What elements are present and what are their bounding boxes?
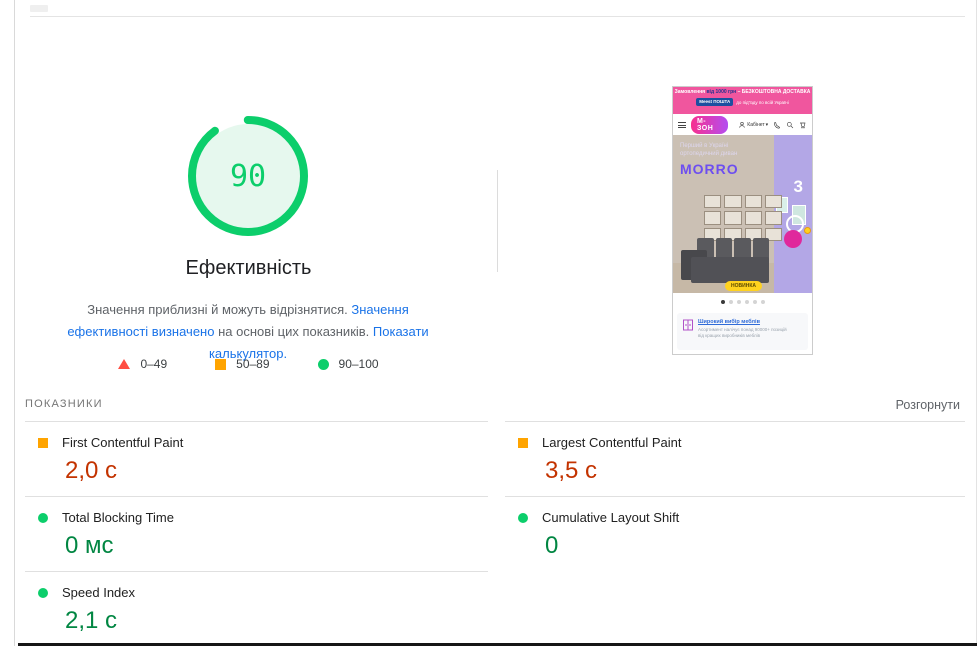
metrics-column-right: Largest Contentful Paint 3,5 с Cumulativ… [505, 421, 965, 571]
account-menu: Кабінет ▾ [738, 121, 768, 129]
metric-value: 2,0 с [65, 456, 488, 486]
circle-icon [38, 513, 48, 523]
performance-score-value: 90 [188, 116, 308, 236]
metric-value: 3,5 с [545, 456, 965, 486]
metric-cumulative-layout-shift: Cumulative Layout Shift 0 [505, 496, 965, 571]
metric-label: Cumulative Layout Shift [542, 510, 679, 525]
carousel-dots [673, 293, 812, 311]
hero-product-title: MORRO [680, 161, 739, 177]
triangle-icon [118, 359, 130, 369]
score-description-text-2: на основі цих показників. [214, 324, 372, 339]
circle-icon [518, 513, 528, 523]
phone-icon [773, 121, 781, 129]
expand-metrics-toggle[interactable]: Розгорнути [896, 398, 960, 412]
sofa-seat [691, 257, 769, 283]
metric-value: 0 [545, 531, 965, 561]
thumb-info-link[interactable]: Широкий вибір меблів [698, 319, 793, 325]
metric-label: Largest Contentful Paint [542, 435, 681, 450]
hero-tagline: Перший в Україні ортопедичний диван [680, 142, 737, 158]
metric-value: 0 мс [65, 531, 488, 561]
metric-largest-contentful-paint: Largest Contentful Paint 3,5 с [505, 421, 965, 496]
site-logo: М-ЗОН [691, 116, 728, 134]
thumb-hero-section: 3 Перший в Україні ортопедичний диван MO… [673, 135, 812, 293]
top-left-artifact [30, 5, 48, 12]
person-icon [738, 121, 746, 129]
magenta-circle-icon [784, 230, 802, 248]
banner-text-pre: Замовлення [675, 89, 707, 95]
search-icon [786, 121, 794, 129]
banner-text-highlight: від 1000 грн [706, 89, 736, 95]
thumb-info-description: Асортимент налічує понад 90000+ позицій … [698, 327, 793, 339]
report-left-border [14, 0, 15, 646]
carousel-dot[interactable] [745, 300, 749, 304]
metric-label: Total Blocking Time [62, 510, 174, 525]
legend-range-label: 50–89 [236, 357, 269, 371]
carousel-dot[interactable] [729, 300, 733, 304]
score-description: Значення приблизні й можуть відрізнятися… [48, 299, 448, 365]
hamburger-icon [678, 122, 686, 128]
metric-total-blocking-time: Total Blocking Time 0 мс [25, 496, 488, 571]
new-badge: НОВИНКА [725, 281, 762, 291]
legend-range-label: 0–49 [140, 357, 167, 371]
thumb-info-card: Широкий вибір меблів Асортимент налічує … [677, 313, 808, 350]
yellow-dot-icon [804, 227, 811, 234]
legend-item-pass: 90–100 [318, 357, 379, 371]
top-divider [30, 16, 965, 17]
metric-value: 2,1 с [65, 606, 488, 636]
banner-text-line2: до під'їзду по всій Україні [736, 100, 789, 105]
meest-logo: Meest ПОШТА [696, 98, 733, 106]
legend-item-fail: 0–49 [118, 357, 167, 371]
square-icon [215, 359, 226, 370]
performance-score-gauge[interactable]: 90 [188, 116, 308, 236]
thumb-promo-banner: Замовлення від 1000 грн – БЕЗКОШТОВНА ДО… [673, 87, 812, 114]
report-right-border [976, 0, 977, 646]
metrics-column-left: First Contentful Paint 2,0 с Total Block… [25, 421, 488, 646]
legend-item-average: 50–89 [215, 357, 269, 371]
site-screenshot-thumbnail[interactable]: Замовлення від 1000 грн – БЕЗКОШТОВНА ДО… [672, 86, 813, 355]
circle-icon [318, 359, 329, 370]
thumb-site-header: М-ЗОН Кабінет ▾ [673, 114, 812, 135]
carousel-dot[interactable] [761, 300, 765, 304]
pagespeed-report: 90 Ефективність Значення приблизні й мож… [0, 0, 979, 646]
account-label: Кабінет [747, 122, 764, 128]
category-title: Ефективність [0, 257, 497, 280]
metric-label: Speed Index [62, 585, 135, 600]
score-description-text-1: Значення приблизні й можуть відрізнятися… [87, 302, 351, 317]
circle-icon [38, 588, 48, 598]
carousel-dot[interactable] [753, 300, 757, 304]
cart-icon [799, 121, 807, 129]
carousel-dot[interactable] [721, 300, 725, 304]
hero-big-number: 3 [794, 177, 803, 197]
legend-range-label: 90–100 [339, 357, 379, 371]
square-icon [38, 438, 48, 448]
metric-first-contentful-paint: First Contentful Paint 2,0 с [25, 421, 488, 496]
score-legend: 0–49 50–89 90–100 [0, 357, 497, 371]
square-icon [518, 438, 528, 448]
metric-speed-index: Speed Index 2,1 с [25, 571, 488, 646]
metric-label: First Contentful Paint [62, 435, 183, 450]
carousel-dot[interactable] [737, 300, 741, 304]
banner-text-post: – БЕЗКОШТОВНА ДОСТАВКА [736, 89, 810, 95]
furniture-icon [682, 319, 694, 331]
chevron-down-icon: ▾ [766, 122, 769, 128]
section-vertical-divider [497, 170, 498, 272]
metrics-section-title: ПОКАЗНИКИ [25, 398, 103, 410]
wall-frames-decoration [704, 195, 782, 241]
